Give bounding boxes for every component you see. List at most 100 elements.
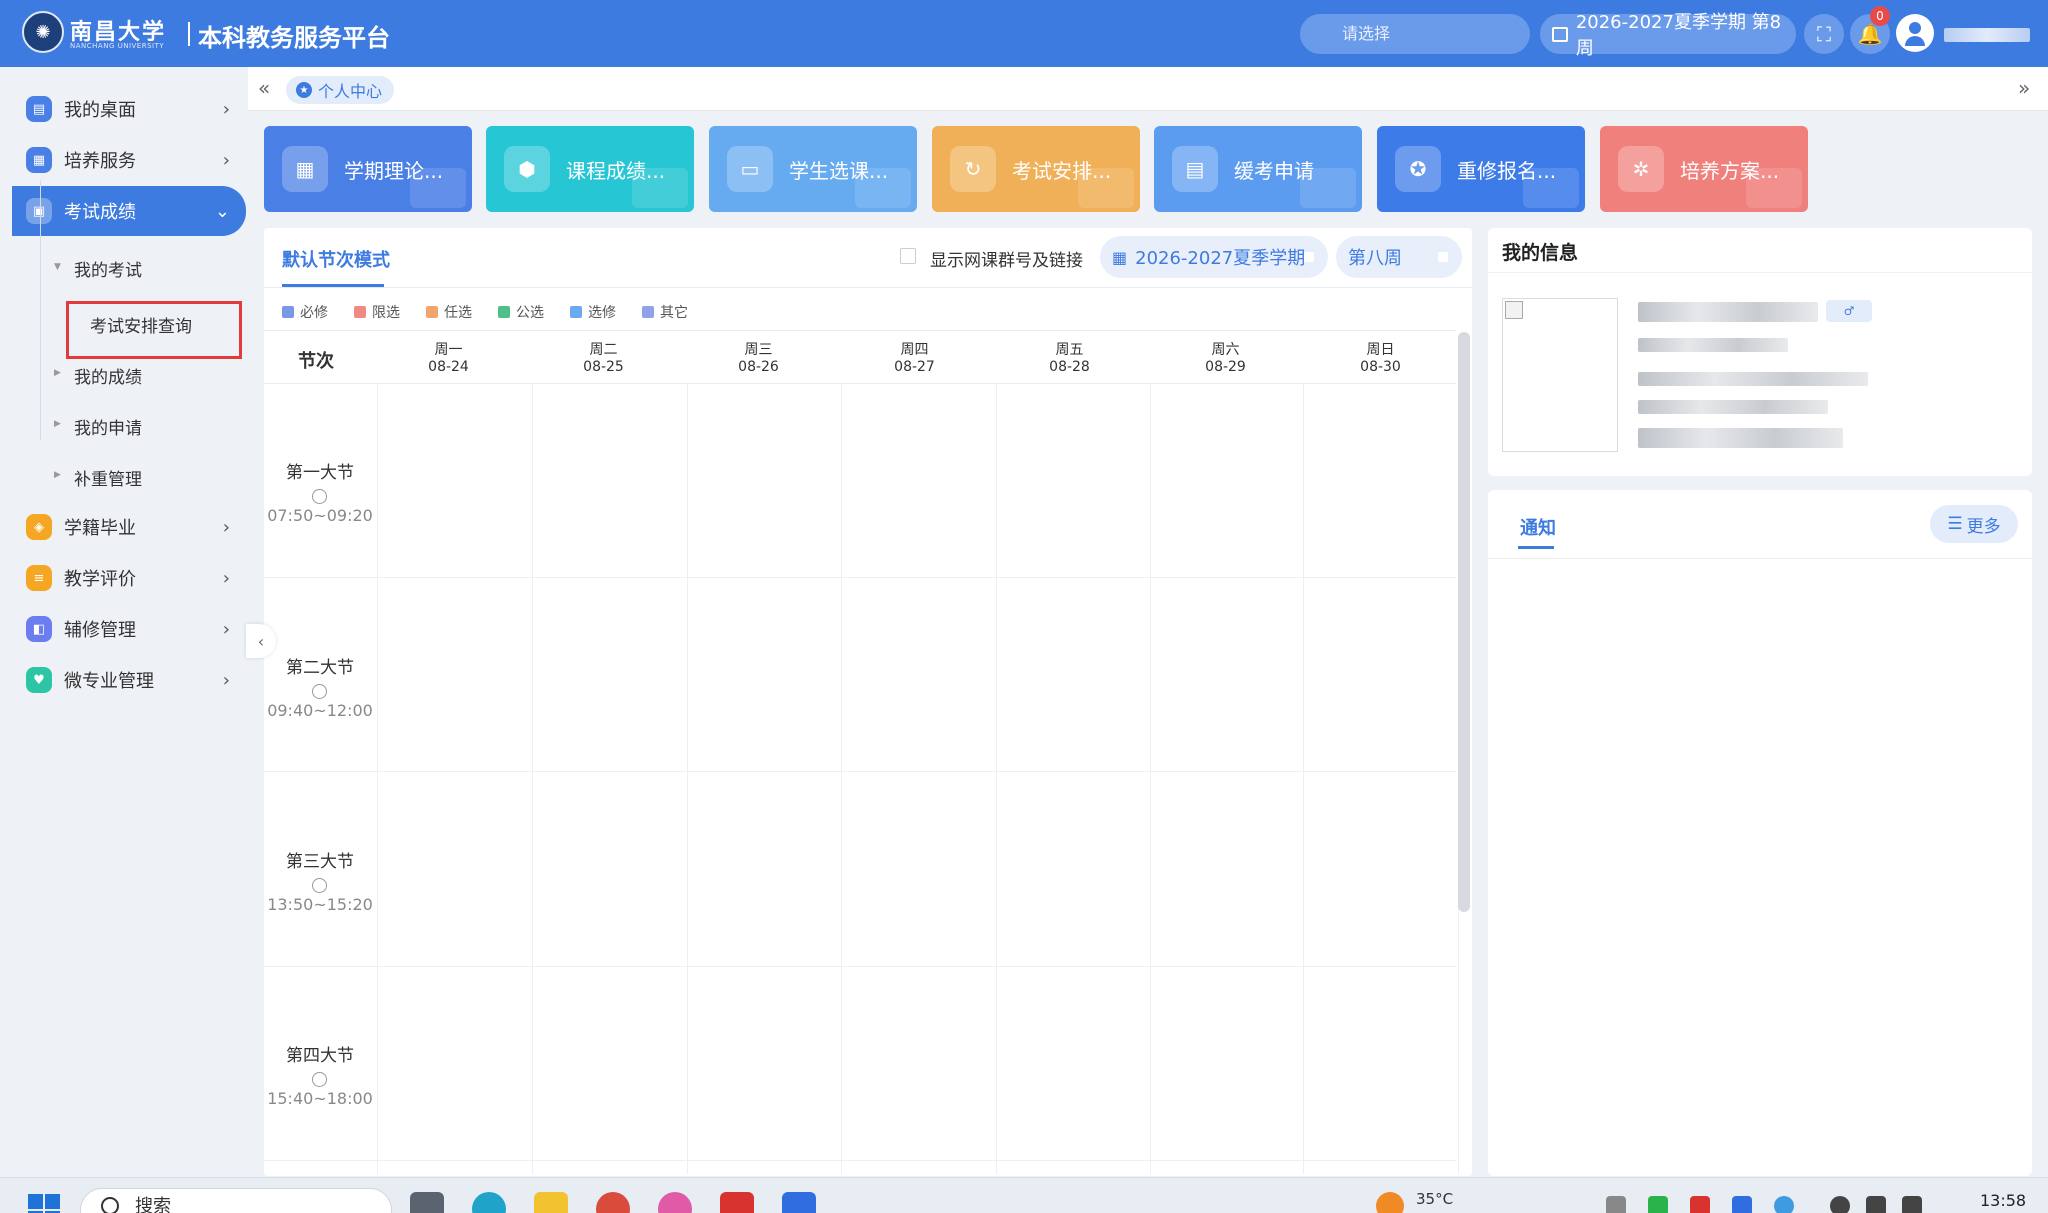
sidebar-item-label: 学籍毕业: [64, 518, 136, 539]
clipboard-icon: ▤: [1172, 146, 1218, 192]
id-card-icon: ▭: [727, 146, 773, 192]
sidebar-item-label: 我的桌面: [64, 100, 136, 121]
notification-badge: 0: [1870, 6, 1890, 26]
chevron-right-icon: ›: [222, 669, 230, 691]
clock-icon: [312, 684, 327, 699]
edge-browser-icon[interactable]: [472, 1192, 506, 1213]
taskbar-search[interactable]: 搜索: [80, 1188, 392, 1213]
wps-icon[interactable]: [720, 1192, 754, 1213]
clock-icon: [312, 489, 327, 504]
quick-card-term-theory[interactable]: ▦ 学期理论...: [264, 126, 472, 212]
period-row-label: 第一大节 07:50~09:20: [264, 458, 376, 525]
wechat-icon[interactable]: [1648, 1196, 1668, 1213]
legend-item: 选修: [570, 302, 616, 322]
grid-header-bottom-line: [264, 383, 1456, 384]
task-view-icon[interactable]: [410, 1192, 444, 1213]
period-time: 15:40~18:00: [267, 1089, 373, 1108]
refresh-icon: ↻: [950, 146, 996, 192]
legend-label: 限选: [372, 305, 400, 321]
day-header: 周五 08-28: [1049, 342, 1090, 375]
tray-app-icon[interactable]: [1774, 1196, 1794, 1213]
quick-card-course-selection[interactable]: ▭ 学生选课...: [709, 126, 917, 212]
sub-item-retake[interactable]: 补重管理: [74, 465, 142, 490]
term-pill[interactable]: ▦ 2026-2027夏季学期: [1100, 236, 1328, 278]
app-icon[interactable]: [782, 1192, 816, 1213]
breadcrumb[interactable]: ★ 个人中心: [286, 76, 395, 104]
chevron-right-icon: ›: [222, 516, 230, 538]
sidebar-item-desktop[interactable]: ▤ 我的桌面 ›: [12, 84, 246, 134]
checkbox-label: 显示网课群号及链接: [930, 251, 1083, 271]
tree-collapse-icon: ▶: [54, 368, 61, 378]
temperature: 35°C: [1416, 1190, 1454, 1208]
battery-icon[interactable]: [1902, 1196, 1922, 1213]
quick-card-retake-signup[interactable]: ✪ 重修报名...: [1377, 126, 1585, 212]
chevron-right-icon: ›: [222, 149, 230, 171]
highlight-box: [66, 301, 242, 359]
grid-column-line: [377, 384, 378, 1174]
windows-start-icon[interactable]: [28, 1194, 60, 1213]
legend-item: 限选: [354, 302, 400, 322]
sub-item-my-exams[interactable]: 我的考试: [74, 256, 142, 281]
legend-label: 必修: [300, 305, 328, 321]
sidebar-item-status[interactable]: ◈ 学籍毕业 ›: [12, 502, 246, 552]
term-pill-label: 2026-2027夏季学期: [1135, 248, 1306, 269]
week-pill[interactable]: 第八周: [1336, 236, 1462, 278]
tray-app-icon[interactable]: [1732, 1196, 1752, 1213]
user-avatar[interactable]: [1896, 14, 1934, 52]
platform-title: 本科教务服务平台: [198, 24, 390, 52]
quick-card-training-plan[interactable]: ✲ 培养方案...: [1600, 126, 1808, 212]
gender-badge: ♂: [1826, 300, 1872, 322]
dropdown-indicator: [1304, 252, 1314, 262]
legend-swatch: [354, 306, 366, 318]
weather-sun-icon: [1376, 1192, 1404, 1213]
expand-right-icon[interactable]: »: [2018, 76, 2030, 100]
sidebar-item-minor[interactable]: ◧ 辅修管理 ›: [12, 604, 246, 654]
redacted-name: [1638, 302, 1818, 322]
schedule-scrollbar[interactable]: [1458, 332, 1470, 912]
student-photo: [1502, 298, 1618, 452]
tab-notices[interactable]: 通知: [1520, 514, 1556, 540]
quick-card-deferral[interactable]: ▤ 缓考申请: [1154, 126, 1362, 212]
period-time: 09:40~12:00: [267, 701, 373, 720]
period-name: 第一大节: [286, 463, 354, 483]
wifi-icon[interactable]: [1830, 1196, 1850, 1213]
global-select[interactable]: 请选择: [1300, 14, 1530, 54]
tray-chevron-icon[interactable]: [1606, 1196, 1626, 1213]
term-label: 2026-2027夏季学期 第8周: [1575, 12, 1782, 59]
sidebar-item-evaluation[interactable]: ≡ 教学评价 ›: [12, 553, 246, 603]
legend-label: 公选: [516, 305, 544, 321]
volume-icon[interactable]: [1866, 1196, 1886, 1213]
quick-card-grades[interactable]: ⬢ 课程成绩...: [486, 126, 694, 212]
chrome-icon[interactable]: [596, 1192, 630, 1213]
sidebar-item-label: 教学评价: [64, 569, 136, 590]
grid-row-line: [264, 966, 1456, 967]
grid-column-line: [996, 384, 997, 1174]
card-watermark: [410, 168, 466, 208]
broken-image-icon: [1505, 301, 1523, 319]
sidebar-item-micro-major[interactable]: ♥ 微专业管理 ›: [12, 655, 246, 705]
system-clock[interactable]: 13:58: [1980, 1191, 2026, 1210]
sidebar-item-training[interactable]: ▦ 培养服务 ›: [12, 135, 246, 185]
tab-underline: [1518, 546, 1554, 549]
quick-card-exam-schedule[interactable]: ↻ 考试安排...: [932, 126, 1140, 212]
clock-icon: [312, 1072, 327, 1087]
sub-item-my-grades[interactable]: 我的成绩: [74, 363, 142, 388]
legend-swatch: [642, 306, 654, 318]
browser-app-icon[interactable]: [658, 1192, 692, 1213]
tab-default-period[interactable]: 默认节次模式: [282, 246, 390, 272]
legend-item: 必修: [282, 302, 328, 322]
collapse-sidebar-icon[interactable]: «: [258, 76, 270, 100]
day-header: 周一 08-24: [428, 342, 469, 375]
file-explorer-icon[interactable]: [534, 1192, 568, 1213]
sidebar-item-label: 微专业管理: [64, 671, 154, 692]
username-redacted[interactable]: [1944, 28, 2030, 42]
sub-item-my-applications[interactable]: 我的申请: [74, 414, 142, 439]
minor-icon: ◧: [26, 616, 52, 642]
wps-tray-icon[interactable]: [1690, 1196, 1710, 1213]
show-online-links-checkbox[interactable]: [900, 248, 916, 264]
more-button[interactable]: ☰ 更多: [1930, 505, 2018, 543]
legend-label: 其它: [660, 305, 688, 321]
term-selector[interactable]: 2026-2027夏季学期 第8周: [1540, 12, 1796, 59]
sidebar-item-exams[interactable]: ▣ 考试成绩 ⌄: [12, 186, 246, 236]
fullscreen-icon[interactable]: ⛶: [1804, 14, 1844, 54]
